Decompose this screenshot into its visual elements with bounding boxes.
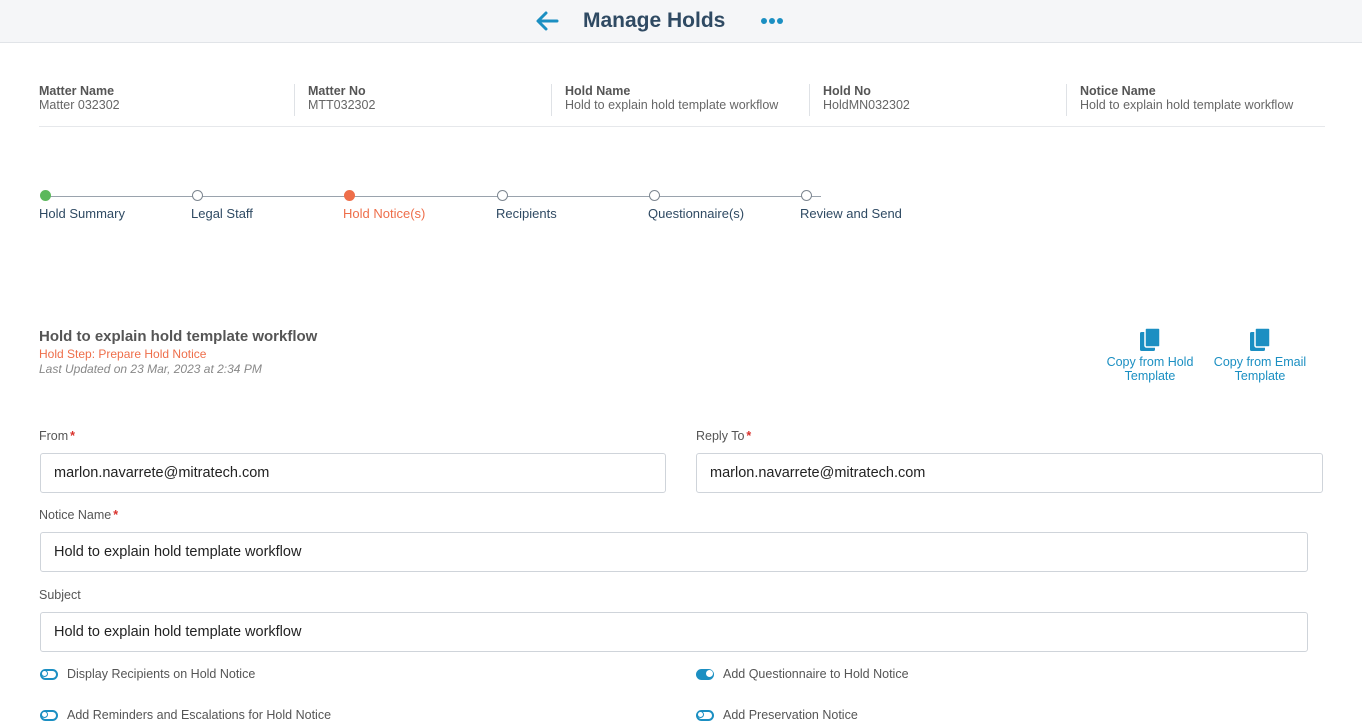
step-dot-recipients[interactable] [497, 190, 508, 201]
add-preservation-toggle-row[interactable]: Add Preservation Notice [696, 706, 858, 724]
step-legal-staff[interactable]: Legal Staff [191, 206, 253, 221]
info-label: Hold No [823, 84, 871, 98]
step-recipients[interactable]: Recipients [496, 206, 557, 221]
info-matter-name: Matter Name Matter 032302 [39, 84, 120, 116]
page-title: Manage Holds [583, 9, 726, 32]
info-hold-no: Hold No HoldMN032302 [809, 84, 910, 116]
add-questionnaire-toggle-row[interactable]: Add Questionnaire to Hold Notice [696, 665, 909, 683]
info-value: Hold to explain hold template workflow [565, 98, 779, 112]
arrow-left-icon[interactable] [535, 10, 559, 32]
required-marker: * [70, 429, 76, 443]
step-dot-review-and-send[interactable] [801, 190, 812, 201]
step-dot-legal-staff[interactable] [192, 190, 203, 201]
info-value: MTT032302 [308, 98, 376, 112]
step-hold-notices[interactable]: Hold Notice(s) [343, 206, 425, 221]
info-value: HoldMN032302 [823, 98, 910, 112]
hold-info-strip: Matter Name Matter 032302 Matter No MTT0… [39, 84, 1325, 127]
step-hold-summary[interactable]: Hold Summary [39, 206, 125, 221]
step-dot-questionnaires[interactable] [649, 190, 660, 201]
display-recipients-toggle-row[interactable]: Display Recipients on Hold Notice [40, 665, 255, 683]
notice-step: Hold Step: Prepare Hold Notice [39, 347, 207, 361]
copy-email-label-2: Template [1234, 369, 1286, 383]
copy-hold-label-1: Copy from Hold [1106, 355, 1194, 369]
reply-to-label-text: Reply To [696, 429, 745, 443]
copy-hold-label-2: Template [1124, 369, 1176, 383]
subject-label-text: Subject [39, 588, 81, 602]
info-matter-no: Matter No MTT032302 [294, 84, 375, 116]
add-preservation-label: Add Preservation Notice [723, 708, 858, 722]
add-questionnaire-label: Add Questionnaire to Hold Notice [723, 667, 909, 681]
notice-title: Hold to explain hold template workflow [39, 328, 318, 345]
add-questionnaire-toggle[interactable] [696, 668, 714, 680]
notice-name-field[interactable] [40, 532, 1308, 572]
top-bar: Manage Holds [0, 0, 1362, 43]
notice-name-label: Notice Name * [39, 508, 118, 522]
display-recipients-label: Display Recipients on Hold Notice [67, 667, 256, 681]
step-dot-hold-notices[interactable] [344, 190, 355, 201]
info-label: Notice Name [1080, 84, 1156, 98]
required-marker: * [113, 508, 119, 522]
workflow-stepper: Hold Summary Legal Staff Hold Notice(s) … [0, 186, 1362, 226]
info-value: Matter 032302 [39, 98, 120, 112]
step-review-and-send[interactable]: Review and Send [800, 206, 902, 221]
subject-label: Subject [39, 588, 81, 602]
stepper-line [46, 196, 821, 197]
add-reminders-toggle-row[interactable]: Add Reminders and Escalations for Hold N… [40, 706, 331, 724]
from-label: From * [39, 429, 75, 443]
copy-icon [1250, 327, 1271, 351]
display-recipients-toggle[interactable] [40, 668, 58, 680]
copy-from-email-template-button[interactable]: Copy from Email Template [1208, 327, 1312, 383]
step-dot-hold-summary[interactable] [40, 190, 51, 201]
from-label-text: From [39, 429, 69, 443]
subject-field[interactable] [40, 612, 1308, 652]
from-field[interactable] [40, 453, 666, 493]
info-hold-name: Hold Name Hold to explain hold template … [551, 84, 778, 116]
info-label: Matter Name [39, 84, 115, 98]
step-questionnaires[interactable]: Questionnaire(s) [648, 206, 744, 221]
add-preservation-toggle[interactable] [696, 709, 714, 721]
notice-name-label-text: Notice Name [39, 508, 112, 522]
notice-last-updated: Last Updated on 23 Mar, 2023 at 2:34 PM [39, 362, 262, 376]
copy-icon [1140, 327, 1161, 351]
info-label: Hold Name [565, 84, 631, 98]
copy-email-label-1: Copy from Email [1213, 355, 1307, 369]
info-label: Matter No [308, 84, 366, 98]
info-notice-name: Notice Name Hold to explain hold templat… [1066, 84, 1293, 116]
copy-from-hold-template-button[interactable]: Copy from Hold Template [1100, 327, 1200, 383]
required-marker: * [746, 429, 752, 443]
reply-to-field[interactable] [696, 453, 1323, 493]
add-reminders-toggle[interactable] [40, 709, 58, 721]
more-horizontal-icon[interactable] [760, 14, 784, 28]
add-reminders-label: Add Reminders and Escalations for Hold N… [67, 708, 332, 722]
info-value: Hold to explain hold template workflow [1080, 98, 1294, 112]
reply-to-label: Reply To * [696, 429, 751, 443]
